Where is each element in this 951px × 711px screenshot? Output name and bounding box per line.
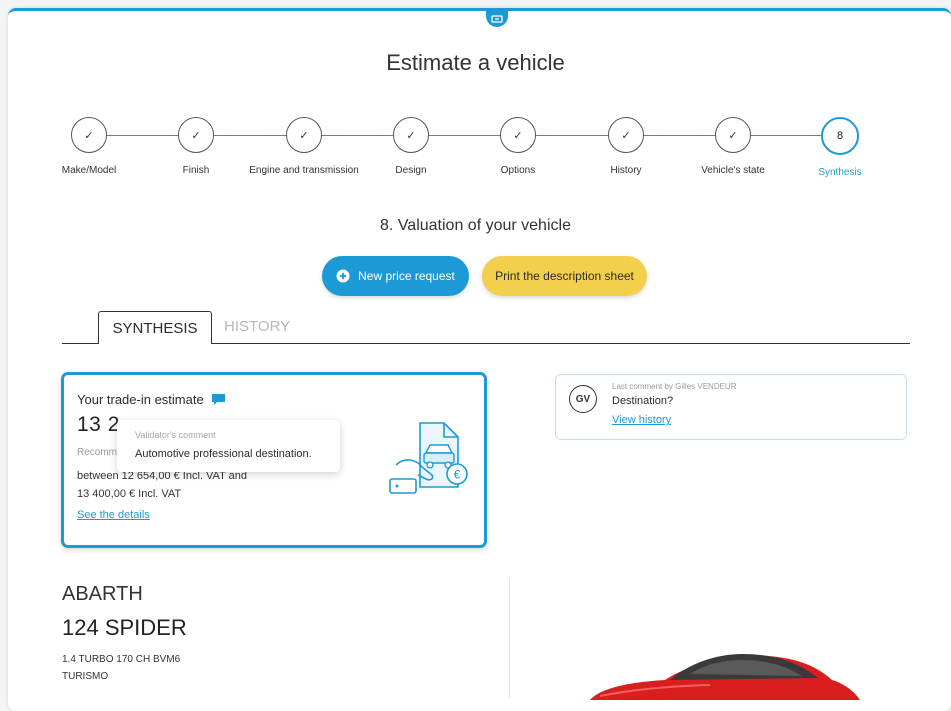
step-make-model[interactable]: ✓ Make/Model — [34, 117, 144, 176]
svg-text:€: € — [454, 468, 461, 482]
see-details-link[interactable]: See the details — [77, 509, 150, 521]
print-sheet-label: Print the description sheet — [495, 269, 634, 283]
step-history[interactable]: ✓ History — [571, 117, 681, 176]
tab-history[interactable]: HISTORY — [224, 318, 290, 335]
step-label: Design — [395, 165, 427, 176]
vehicle-brand: ABARTH — [62, 583, 143, 605]
step-engine-transmission[interactable]: ✓ Engine and transmission — [249, 117, 359, 176]
new-price-request-label: New price request — [358, 269, 455, 283]
step-synthesis[interactable]: 8 Synthesis — [785, 117, 895, 178]
section-title: 8. Valuation of your vehicle — [380, 217, 571, 234]
estimate-title-text: Your trade-in estimate — [77, 392, 204, 407]
top-badge-icon[interactable] — [486, 11, 508, 27]
step-label: Synthesis — [818, 167, 862, 178]
price-range-line2: 13 400,00 € Incl. VAT — [77, 488, 182, 500]
tab-synthesis[interactable]: SYNTHESIS — [98, 311, 212, 344]
vehicle-divider — [509, 578, 510, 698]
step-label: Finish — [182, 165, 210, 176]
step-label: History — [610, 165, 642, 176]
stepper: ✓ Make/Model ✓ Finish ✓ Engine and trans… — [0, 117, 951, 187]
step-design[interactable]: ✓ Design — [356, 117, 466, 176]
euro-coin-icon: € — [446, 463, 468, 485]
check-icon: ✓ — [393, 117, 429, 153]
tooltip-text: Automotive professional destination. — [135, 448, 312, 460]
main-card — [8, 8, 951, 711]
step-number: 8 — [821, 117, 859, 155]
vehicle-version: 1.4 TURBO 170 CH BVM6 — [62, 654, 181, 665]
print-description-sheet-button[interactable]: Print the description sheet — [482, 256, 647, 296]
check-icon: ✓ — [178, 117, 214, 153]
plus-circle-icon — [336, 269, 350, 283]
comment-caption: Last comment by Gilles VENDEUR — [612, 382, 737, 391]
step-vehicle-state[interactable]: ✓ Vehicle's state — [678, 117, 788, 176]
check-icon: ✓ — [71, 117, 107, 153]
estimate-title: Your trade-in estimate — [77, 392, 226, 407]
comment-text: Destination? — [612, 395, 674, 407]
avatar: GV — [569, 385, 597, 413]
new-price-request-button[interactable]: New price request — [322, 256, 469, 296]
vehicle-body: TURISMO — [62, 671, 109, 682]
tooltip-caption: Validator's comment — [135, 430, 216, 440]
view-history-link[interactable]: View history — [612, 414, 671, 426]
car-image — [590, 654, 860, 700]
step-label: Options — [500, 165, 536, 176]
step-label: Make/Model — [61, 165, 117, 176]
car-document-icon: € — [389, 422, 468, 494]
step-label: Engine and transmission — [249, 165, 359, 176]
check-icon: ✓ — [286, 117, 322, 153]
estimate-price: 13 2 — [77, 413, 120, 436]
recommended-label: Recomm — [77, 447, 118, 458]
check-icon: ✓ — [608, 117, 644, 153]
check-icon: ✓ — [715, 117, 751, 153]
step-finish[interactable]: ✓ Finish — [141, 117, 251, 176]
page-title: Estimate a vehicle — [386, 50, 565, 75]
step-label: Vehicle's state — [701, 165, 765, 176]
chat-bubble-icon[interactable] — [211, 393, 226, 407]
check-icon: ✓ — [500, 117, 536, 153]
step-options[interactable]: ✓ Options — [463, 117, 573, 176]
validator-comment-tooltip: Validator's comment Automotive professio… — [117, 420, 340, 472]
last-comment-card: GV Last comment by Gilles VENDEUR Destin… — [555, 374, 907, 440]
vehicle-model: 124 SPIDER — [62, 615, 187, 640]
